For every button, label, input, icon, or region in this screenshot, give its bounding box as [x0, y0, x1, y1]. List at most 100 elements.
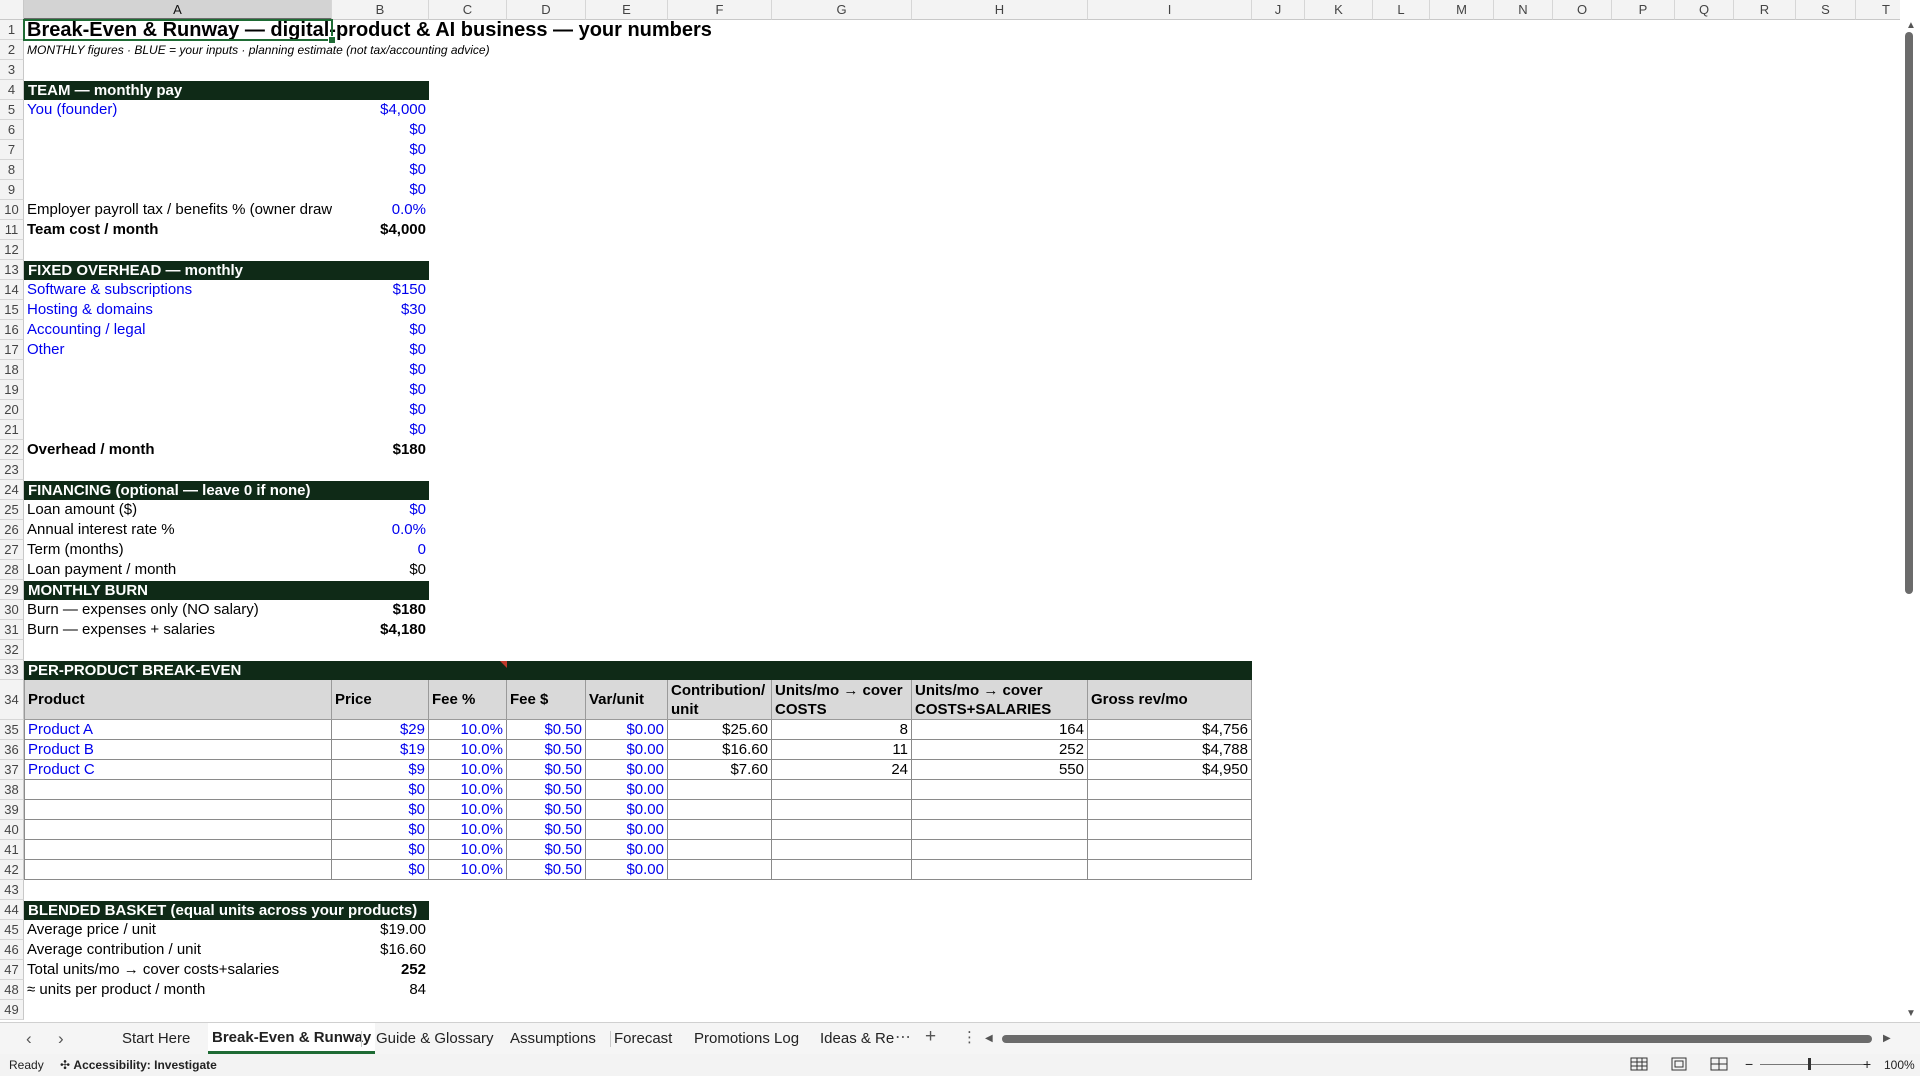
product-table-cell[interactable]: $0.00: [586, 720, 668, 740]
product-table-cell[interactable]: Product B: [24, 740, 332, 760]
sheet-tab[interactable]: Start Here: [122, 1023, 190, 1054]
column-header-q[interactable]: Q: [1675, 0, 1734, 20]
burn-with-salary-label[interactable]: Burn — expenses + salaries: [24, 620, 332, 640]
row-header-17[interactable]: 17: [0, 340, 24, 360]
row-header-9[interactable]: 9: [0, 180, 24, 200]
row-header-37[interactable]: 37: [0, 760, 24, 780]
row-header-49[interactable]: 49: [0, 1000, 24, 1020]
product-table-cell[interactable]: 10.0%: [429, 720, 507, 740]
row-header-4[interactable]: 4: [0, 80, 24, 100]
overhead-item-label[interactable]: Other: [24, 340, 332, 360]
product-table-cell[interactable]: $0: [332, 840, 429, 860]
payroll-tax-label[interactable]: Employer payroll tax / benefits % (owner…: [24, 200, 332, 220]
blended-item-label[interactable]: Average price / unit: [24, 920, 332, 940]
row-header-15[interactable]: 15: [0, 300, 24, 320]
overhead-item-value[interactable]: $0: [332, 420, 429, 440]
overhead-item-label[interactable]: [24, 420, 332, 440]
product-column-header[interactable]: Var/unit: [586, 680, 668, 720]
row-header-47[interactable]: 47: [0, 960, 24, 980]
column-header-b[interactable]: B: [332, 0, 429, 20]
product-table-cell[interactable]: 10.0%: [429, 820, 507, 840]
overhead-total-value[interactable]: $180: [332, 440, 429, 460]
product-column-header[interactable]: Fee %: [429, 680, 507, 720]
zoom-in-icon[interactable]: +: [1863, 1056, 1871, 1072]
blended-item-value[interactable]: 252: [332, 960, 429, 980]
scroll-left-arrow-icon[interactable]: ◀: [985, 1033, 993, 1044]
product-table-cell[interactable]: [1088, 800, 1252, 820]
product-table-cell[interactable]: $25.60: [668, 720, 772, 740]
column-header-e[interactable]: E: [586, 0, 668, 20]
row-header-48[interactable]: 48: [0, 980, 24, 1000]
row-header-2[interactable]: 2: [0, 40, 24, 60]
fill-handle[interactable]: [328, 36, 336, 44]
row-header-31[interactable]: 31: [0, 620, 24, 640]
row-header-30[interactable]: 30: [0, 600, 24, 620]
product-column-header[interactable]: Contribution/ unit: [668, 680, 772, 720]
team-cost-label[interactable]: Team cost / month: [24, 220, 332, 240]
product-table-cell[interactable]: [24, 780, 332, 800]
sheet-tab[interactable]: Guide & Glossary: [376, 1023, 494, 1054]
product-table-cell[interactable]: $0.50: [507, 820, 586, 840]
product-table-cell[interactable]: Product C: [24, 760, 332, 780]
column-header-j[interactable]: J: [1252, 0, 1305, 20]
product-table-cell[interactable]: $0.00: [586, 800, 668, 820]
more-tabs-icon[interactable]: ⋯: [895, 1027, 911, 1047]
zoom-out-icon[interactable]: −: [1745, 1056, 1753, 1072]
row-header-45[interactable]: 45: [0, 920, 24, 940]
column-header-s[interactable]: S: [1796, 0, 1856, 20]
financing-loan-label[interactable]: Loan amount ($): [24, 500, 332, 520]
row-header-46[interactable]: 46: [0, 940, 24, 960]
blended-item-label[interactable]: ≈ units per product / month: [24, 980, 332, 1000]
product-table-cell[interactable]: [1088, 780, 1252, 800]
scroll-right-arrow-icon[interactable]: ▶: [1883, 1033, 1891, 1044]
product-column-header[interactable]: Units/mo → cover COSTS: [772, 680, 912, 720]
page-break-preview-icon[interactable]: [1710, 1057, 1728, 1071]
row-header-33[interactable]: 33: [0, 660, 24, 680]
product-table-cell[interactable]: 10.0%: [429, 740, 507, 760]
product-table-cell[interactable]: [1088, 860, 1252, 880]
overhead-item-value[interactable]: $0: [332, 340, 429, 360]
product-column-header[interactable]: Price: [332, 680, 429, 720]
product-table-cell[interactable]: $29: [332, 720, 429, 740]
burn-with-salary-value[interactable]: $4,180: [332, 620, 429, 640]
product-table-cell[interactable]: $9: [332, 760, 429, 780]
product-table-cell[interactable]: $4,950: [1088, 760, 1252, 780]
row-header-22[interactable]: 22: [0, 440, 24, 460]
row-header-20[interactable]: 20: [0, 400, 24, 420]
column-header-t[interactable]: T: [1856, 0, 1900, 20]
product-table-cell[interactable]: $0.50: [507, 780, 586, 800]
product-table-cell[interactable]: [912, 840, 1088, 860]
product-table-cell[interactable]: $4,756: [1088, 720, 1252, 740]
product-table-cell[interactable]: 8: [772, 720, 912, 740]
team-member-label[interactable]: [24, 120, 332, 140]
team-member-label[interactable]: [24, 140, 332, 160]
financing-loan-value[interactable]: $0: [332, 500, 429, 520]
product-table-cell[interactable]: $0.00: [586, 740, 668, 760]
zoom-level[interactable]: 100%: [1884, 1058, 1915, 1072]
product-table-cell[interactable]: [1088, 840, 1252, 860]
scroll-down-arrow-icon[interactable]: ▼: [1906, 1008, 1916, 1019]
product-table-cell[interactable]: $0.00: [586, 760, 668, 780]
row-header-32[interactable]: 32: [0, 640, 24, 660]
blended-item-value[interactable]: $19.00: [332, 920, 429, 940]
tab-options-icon[interactable]: ⋮: [962, 1028, 977, 1046]
product-table-cell[interactable]: [772, 860, 912, 880]
row-header-13[interactable]: 13: [0, 260, 24, 280]
team-member-label[interactable]: You (founder): [24, 100, 332, 120]
zoom-slider-thumb[interactable]: [1808, 1058, 1811, 1070]
overhead-item-label[interactable]: [24, 380, 332, 400]
sheet-tab[interactable]: Ideas & Re: [820, 1023, 894, 1054]
product-table-cell[interactable]: 11: [772, 740, 912, 760]
row-header-29[interactable]: 29: [0, 580, 24, 600]
row-header-41[interactable]: 41: [0, 840, 24, 860]
overhead-item-value[interactable]: $0: [332, 360, 429, 380]
row-header-14[interactable]: 14: [0, 280, 24, 300]
row-header-12[interactable]: 12: [0, 240, 24, 260]
row-header-16[interactable]: 16: [0, 320, 24, 340]
column-header-o[interactable]: O: [1553, 0, 1612, 20]
blended-item-value[interactable]: 84: [332, 980, 429, 1000]
product-table-cell[interactable]: 10.0%: [429, 760, 507, 780]
product-table-cell[interactable]: [912, 780, 1088, 800]
financing-rate-value[interactable]: 0.0%: [332, 520, 429, 540]
row-header-19[interactable]: 19: [0, 380, 24, 400]
